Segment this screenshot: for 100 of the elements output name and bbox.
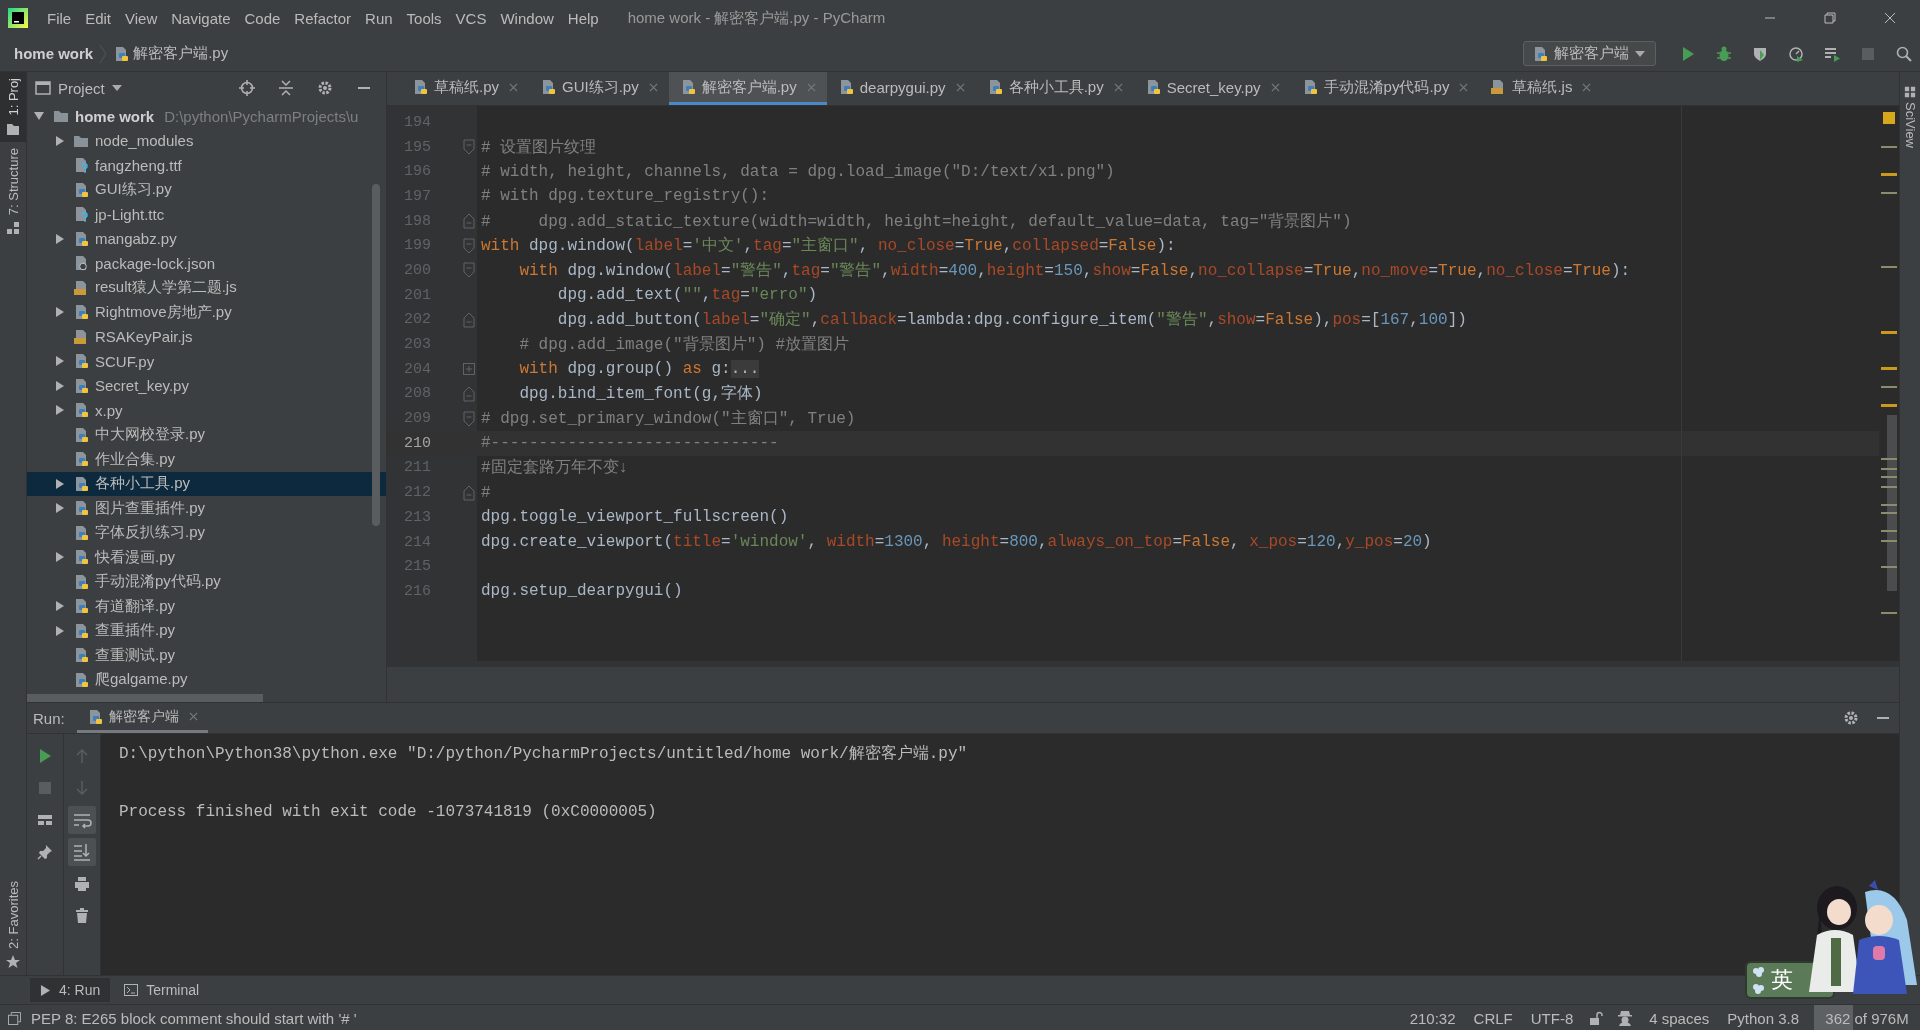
tree-item[interactable]: RSAKeyPair.js <box>27 324 386 349</box>
trash-icon[interactable] <box>74 908 90 924</box>
fold-marker-icon[interactable] <box>463 213 475 230</box>
editor-tab[interactable]: 草稿纸.py <box>401 72 529 105</box>
tree-item[interactable]: 查重插件.py <box>27 618 386 643</box>
tree-item[interactable]: package-lock.json <box>27 251 386 276</box>
scrollbar[interactable] <box>372 184 380 526</box>
tree-item[interactable]: 各种小工具.py <box>27 471 386 496</box>
tree-item[interactable]: mangabz.py <box>27 226 386 251</box>
close-icon[interactable] <box>188 712 198 721</box>
inspector-icon[interactable] <box>1617 1010 1634 1026</box>
breadcrumb-item[interactable]: home work <box>14 45 94 62</box>
tree-item[interactable]: node_modules <box>27 128 386 153</box>
print-icon[interactable] <box>74 876 90 892</box>
close-icon[interactable] <box>1582 82 1592 92</box>
editor-tab[interactable]: dearpygui.py <box>826 72 976 105</box>
menu-item[interactable]: Tools <box>399 9 449 27</box>
tree-item[interactable]: 快看漫画.py <box>27 545 386 570</box>
expand-arrow-icon[interactable] <box>54 404 66 417</box>
tree-item[interactable]: 有道翻译.py <box>27 594 386 619</box>
tool-window-tab[interactable]: SciView <box>1902 102 1918 148</box>
menu-item[interactable]: Navigate <box>164 9 238 27</box>
close-icon[interactable] <box>1270 82 1280 92</box>
menu-item[interactable]: Refactor <box>287 9 359 27</box>
close-icon[interactable] <box>1459 82 1469 92</box>
run-icon[interactable] <box>1680 45 1696 62</box>
close-icon[interactable] <box>648 82 658 92</box>
fold-marker-icon[interactable] <box>463 139 475 156</box>
expand-arrow-icon[interactable] <box>54 477 66 490</box>
expand-arrow-icon[interactable] <box>54 600 66 613</box>
editor-tab[interactable]: 解密客户端.py <box>668 72 827 105</box>
indent-setting[interactable]: 4 spaces <box>1649 1009 1710 1027</box>
fold-marker-icon[interactable] <box>463 262 475 279</box>
shield-icon[interactable] <box>1752 45 1768 62</box>
tool-window-tab[interactable]: 1: Proj <box>0 72 26 142</box>
menu-item[interactable]: VCS <box>448 9 494 27</box>
tree-item[interactable]: Rightmove房地产.py <box>27 300 386 325</box>
expand-arrow-icon[interactable] <box>54 624 66 637</box>
lock-icon[interactable] <box>1589 1011 1604 1025</box>
menu-item[interactable]: View <box>118 9 165 27</box>
list-icon[interactable] <box>1824 45 1840 62</box>
close-icon[interactable] <box>955 82 965 92</box>
expand-arrow-icon[interactable] <box>54 306 66 319</box>
tree-item[interactable]: x.py <box>27 398 386 423</box>
breadcrumb-item[interactable]: 解密客户端.py <box>133 44 229 63</box>
restore-icon[interactable] <box>1824 12 1836 24</box>
pin-icon[interactable] <box>37 844 53 860</box>
tool-window-button[interactable]: Terminal <box>114 978 210 1002</box>
expand-arrow-icon[interactable] <box>54 355 66 368</box>
collapse-all-icon[interactable] <box>278 80 294 96</box>
editor-tab[interactable]: 草稿纸.js <box>1479 72 1603 105</box>
scroll-to-end-icon[interactable] <box>68 838 96 866</box>
tree-item[interactable]: home work D:\python\PycharmProjects\u <box>27 104 386 129</box>
editor-tab[interactable]: Secret_key.py <box>1133 72 1291 105</box>
tree-item[interactable]: result猿人学第二题.js <box>27 275 386 300</box>
close-icon[interactable] <box>1884 12 1896 24</box>
run-configuration-dropdown[interactable]: 解密客户端 <box>1523 41 1656 66</box>
tree-item[interactable]: jp-Light.ttc <box>27 202 386 227</box>
menu-item[interactable]: Help <box>560 9 606 27</box>
fold-marker-icon[interactable] <box>463 237 475 254</box>
fold-marker-icon[interactable] <box>463 385 475 402</box>
bug-icon[interactable] <box>1716 45 1732 62</box>
tree-item[interactable]: SCUF.py <box>27 349 386 374</box>
tool-window-tab[interactable]: 7: Structure <box>0 141 26 241</box>
run-icon[interactable] <box>37 748 53 764</box>
editor-tab[interactable]: 手动混淆py代码.py <box>1290 72 1480 105</box>
tool-window-button[interactable]: 4: Run <box>30 978 111 1002</box>
interpreter-setting[interactable]: Python 3.8 <box>1727 1009 1799 1027</box>
fold-marker-icon[interactable] <box>463 311 475 328</box>
close-icon[interactable] <box>509 82 518 92</box>
file-encoding[interactable]: UTF-8 <box>1530 1009 1574 1027</box>
expand-arrow-icon[interactable] <box>54 502 66 515</box>
menu-item[interactable]: Run <box>358 9 400 27</box>
layout-icon[interactable] <box>37 812 53 828</box>
editor-tab[interactable]: 各种小工具.py <box>975 72 1134 105</box>
crosshair-icon[interactable] <box>239 80 255 96</box>
expand-arrow-icon[interactable] <box>54 379 66 392</box>
menu-item[interactable]: Code <box>237 9 288 27</box>
expand-fold-icon[interactable] <box>463 363 475 376</box>
settings-icon[interactable] <box>1843 710 1859 726</box>
caret-position[interactable]: 210:32 <box>1409 1009 1456 1027</box>
settings-icon[interactable] <box>317 80 333 96</box>
expand-arrow-icon[interactable] <box>54 134 66 147</box>
search-icon[interactable] <box>1896 45 1912 62</box>
fold-marker-icon[interactable] <box>463 484 475 501</box>
line-separator[interactable]: CRLF <box>1473 1009 1513 1027</box>
menu-item[interactable]: Window <box>493 9 561 27</box>
scrollbar[interactable] <box>27 694 263 702</box>
tree-item[interactable]: 查重测试.py <box>27 643 386 668</box>
tree-item[interactable]: 爬galgame.py <box>27 667 386 692</box>
tree-item[interactable]: Secret_key.py <box>27 373 386 398</box>
editor-tab[interactable]: GUI练习.py <box>529 72 669 105</box>
tree-item[interactable]: 字体反扒练习.py <box>27 520 386 545</box>
tree-item[interactable]: 作业合集.py <box>27 447 386 472</box>
tree-item[interactable]: 图片查重插件.py <box>27 496 386 521</box>
tool-window-tab[interactable]: 2: Favorites <box>0 875 26 975</box>
soft-wrap-icon[interactable] <box>68 806 96 834</box>
panel-title-dropdown[interactable]: Project <box>58 79 105 97</box>
tree-item[interactable]: 中大网校登录.py <box>27 422 386 447</box>
menu-item[interactable]: Edit <box>78 9 119 27</box>
